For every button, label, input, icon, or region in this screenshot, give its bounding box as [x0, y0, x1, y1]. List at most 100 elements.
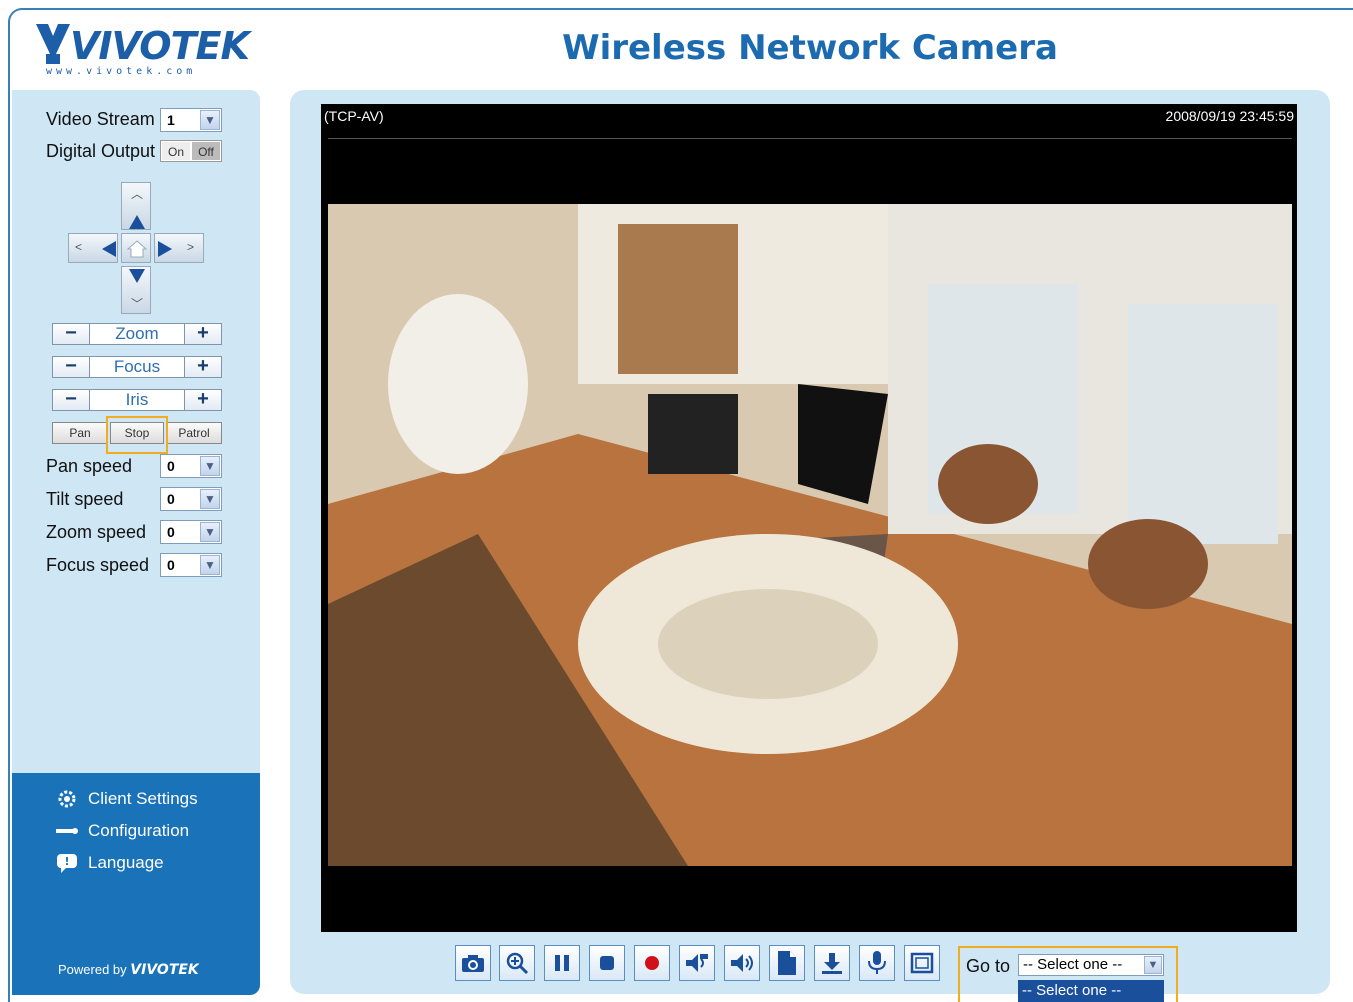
powered-by: Powered by VIVOTEK [58, 962, 199, 978]
file-button[interactable] [769, 945, 805, 981]
client-settings-link[interactable]: Client Settings [56, 788, 198, 810]
zoom-speed-value: 0 [167, 524, 175, 540]
tilt-speed-select[interactable]: 0 ▼ [160, 487, 222, 511]
pan-speed-label: Pan speed [46, 456, 133, 476]
digital-output-toggle[interactable]: On Off [160, 140, 222, 162]
home-button[interactable] [121, 233, 151, 263]
up-arrow-icon [129, 215, 145, 229]
pan-right-button[interactable]: > [154, 233, 204, 263]
fullscreen-button[interactable] [904, 945, 940, 981]
stop-icon [600, 956, 614, 970]
video-protocol: (TCP-AV) [324, 108, 384, 124]
live-video-image[interactable] [328, 204, 1292, 866]
logo-url: www.vivotek.com [46, 66, 197, 77]
snapshot-icon [462, 955, 484, 972]
video-letterbox-top [328, 138, 1292, 204]
pan-speed-value: 0 [167, 458, 175, 474]
focus-near-button[interactable]: − [53, 356, 89, 377]
digital-zoom-icon [506, 952, 529, 975]
goto-label: Go to [966, 956, 1011, 976]
on-button[interactable]: On [161, 141, 191, 161]
stop-stream-button[interactable] [589, 945, 625, 981]
goto-dropdown-option[interactable]: -- Select one -- [1018, 980, 1164, 1002]
video-header: (TCP-AV) 2008/09/19 23:45:59 [321, 104, 1297, 130]
configuration-label: Configuration [88, 821, 190, 840]
focus-label: Focus [89, 357, 185, 377]
zoom-label: Zoom [89, 324, 185, 344]
chevron-down-icon: ▼ [200, 555, 220, 575]
record-button[interactable] [634, 945, 670, 981]
volume-icon [686, 954, 708, 972]
video-letterbox-bottom [328, 866, 1292, 926]
video-stream-select[interactable]: 1 ▼ [160, 108, 222, 132]
digital-output-label: Digital Output [46, 141, 156, 161]
goto-preset-panel: Go to -- Select one -- ▼ -- Select one -… [958, 946, 1178, 1002]
focus-control: − Focus + [52, 356, 222, 378]
chevron-down-icon: ▼ [200, 522, 220, 542]
chevron-down-icon: ▼ [200, 456, 220, 476]
chevron-up-icon: ︿ [131, 187, 144, 201]
down-arrow-icon [129, 269, 145, 283]
mute-button[interactable] [724, 945, 760, 981]
zoom-speed-label: Zoom speed [46, 522, 147, 542]
svg-text:!: ! [64, 855, 69, 868]
file-icon [778, 951, 796, 975]
gear-icon [58, 790, 76, 808]
pan-speed-select[interactable]: 0 ▼ [160, 454, 222, 478]
zoom-control: − Zoom + [52, 323, 222, 345]
video-stream-label: Video Stream [46, 109, 155, 129]
iris-control: − Iris + [52, 389, 222, 411]
client-settings-label: Client Settings [88, 789, 198, 808]
focus-far-button[interactable]: + [185, 356, 221, 377]
digital-zoom-button[interactable] [499, 945, 535, 981]
focus-speed-value: 0 [167, 557, 175, 573]
logo-wordmark: VIVOTEK [70, 24, 250, 68]
home-icon [127, 240, 147, 258]
pause-button[interactable] [544, 945, 580, 981]
language-link[interactable]: ! Language [56, 852, 164, 874]
wrench-icon [56, 828, 78, 834]
patrol-button[interactable]: Patrol [166, 422, 222, 444]
pan-left-button[interactable]: < [68, 233, 118, 263]
chevron-down-icon: ▼ [200, 110, 220, 130]
tilt-speed-value: 0 [167, 491, 175, 507]
focus-speed-label: Focus speed [46, 555, 150, 575]
iris-label: Iris [89, 390, 185, 410]
pause-icon [555, 955, 569, 971]
pan-button[interactable]: Pan [52, 422, 108, 444]
chevron-down-icon: ﹀ [131, 297, 144, 311]
zoom-out-button[interactable]: − [53, 323, 89, 344]
snapshot-button[interactable] [455, 945, 491, 981]
video-timestamp: 2008/09/19 23:45:59 [1165, 108, 1294, 124]
stop-highlight [106, 416, 168, 454]
microphone-button[interactable] [859, 945, 895, 981]
tilt-up-button[interactable]: ︿ [121, 182, 151, 230]
volume-button[interactable] [679, 945, 715, 981]
iris-close-button[interactable]: − [53, 389, 89, 410]
chevron-down-icon: ▼ [200, 489, 220, 509]
right-arrow-icon [158, 241, 172, 257]
vivotek-logo: VIVOTEK www.vivotek.com [34, 22, 250, 82]
tilt-down-button[interactable]: ﹀ [121, 266, 151, 314]
fullscreen-icon [910, 952, 934, 974]
goto-preset-select[interactable]: -- Select one -- ▼ [1018, 954, 1164, 976]
page-title: Wireless Network Camera [562, 28, 1058, 68]
focus-speed-select[interactable]: 0 ▼ [160, 553, 222, 577]
download-icon [822, 953, 842, 974]
record-icon [645, 956, 659, 970]
logo-mark-icon [36, 24, 70, 64]
microphone-icon [868, 951, 886, 974]
video-stream-value: 1 [167, 112, 175, 128]
chevron-down-icon: ▼ [1144, 956, 1162, 974]
off-button[interactable]: Off [191, 141, 221, 161]
speech-bubble-icon: ! [57, 854, 77, 873]
zoom-in-button[interactable]: + [185, 323, 221, 344]
download-button[interactable] [814, 945, 850, 981]
configuration-link[interactable]: Configuration [56, 820, 189, 842]
mute-icon [731, 954, 753, 972]
language-label: Language [88, 853, 164, 872]
zoom-speed-select[interactable]: 0 ▼ [160, 520, 222, 544]
powered-by-text: Powered by [58, 962, 127, 977]
iris-open-button[interactable]: + [185, 389, 221, 410]
powered-by-brand: VIVOTEK [130, 962, 199, 978]
